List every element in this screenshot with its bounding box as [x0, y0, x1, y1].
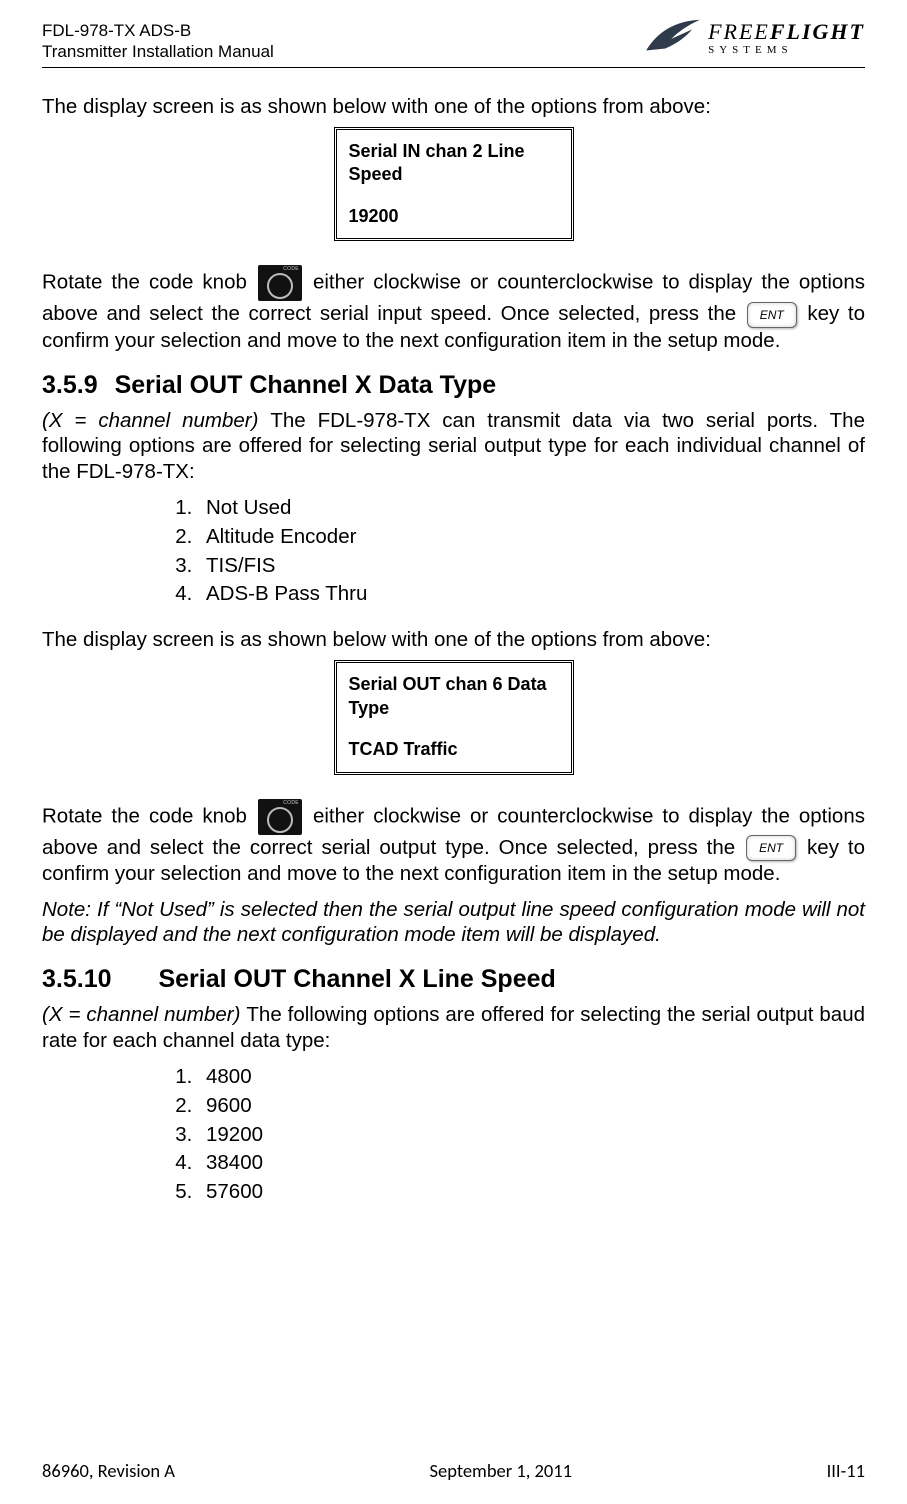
lcd-display-serial-out: Serial OUT chan 6 Data Type TCAD Traffic	[334, 660, 574, 774]
lcd-line-title: Serial OUT chan 6 Data Type	[349, 673, 559, 720]
list-item: 9600	[198, 1092, 865, 1121]
ent-key-icon: ENT	[747, 302, 797, 328]
brand-logo: FREEFLIGHT SYSTEMS	[644, 14, 865, 62]
brand-word-free: FREE	[708, 19, 770, 44]
rotate-paragraph-out: Rotate the code knob either clockwise or…	[42, 799, 865, 887]
list-item: Altitude Encoder	[198, 523, 865, 552]
lcd-display-serial-in: Serial IN chan 2 Line Speed 19200	[334, 127, 574, 241]
footer-pagenum: III-11	[827, 1459, 865, 1482]
list-item: Not Used	[198, 494, 865, 523]
heading-number: 3.5.10	[42, 965, 112, 993]
sec359-lead: (X = channel number) The FDL-978-TX can …	[42, 408, 865, 484]
list-item: 19200	[198, 1121, 865, 1150]
list-item: 4800	[198, 1063, 865, 1092]
heading-title: Serial OUT Channel X Data Type	[115, 371, 497, 399]
list-item: 57600	[198, 1178, 865, 1207]
lcd-line-title: Serial IN chan 2 Line Speed	[349, 140, 559, 187]
code-knob-icon	[258, 799, 302, 835]
lcd-line-value: TCAD Traffic	[349, 738, 559, 761]
heading-359: 3.5.9 Serial OUT Channel X Data Type	[42, 371, 865, 400]
page-footer: 86960, Revision A September 1, 2011 III-…	[42, 1459, 865, 1482]
doc-title-line1: FDL-978-TX ADS-B	[42, 20, 274, 41]
heading-title: Serial OUT Channel X Line Speed	[158, 965, 555, 993]
freeflight-swoosh-icon	[644, 14, 702, 62]
intro-text-2: The display screen is as shown below wit…	[42, 627, 865, 652]
document-title-block: FDL-978-TX ADS-B Transmitter Installatio…	[42, 18, 274, 63]
page-header: FDL-978-TX ADS-B Transmitter Installatio…	[42, 18, 865, 68]
heading-3510: 3.5.10 Serial OUT Channel X Line Speed	[42, 965, 865, 994]
lcd-line-value: 19200	[349, 205, 559, 228]
doc-title-line2: Transmitter Installation Manual	[42, 41, 274, 62]
channel-number-note: (X = channel number)	[42, 1003, 246, 1026]
brand-word-systems: SYSTEMS	[708, 45, 793, 56]
brand-logo-text: FREEFLIGHT SYSTEMS	[708, 21, 865, 56]
list-item: ADS-B Pass Thru	[198, 580, 865, 609]
not-used-note: Note: If “Not Used” is selected then the…	[42, 897, 865, 948]
footer-date: September 1, 2011	[430, 1459, 573, 1482]
list-item: TIS/FIS	[198, 552, 865, 581]
code-knob-icon	[258, 265, 302, 301]
channel-number-note: (X = channel number)	[42, 409, 270, 432]
sec359-options-list: Not Used Altitude Encoder TIS/FIS ADS-B …	[198, 494, 865, 609]
text-fragment: Rotate the code knob	[42, 804, 256, 827]
sec3510-lead: (X = channel number) The following optio…	[42, 1002, 865, 1053]
footer-docnum: 86960, Revision A	[42, 1459, 175, 1482]
text-fragment: Rotate the code knob	[42, 271, 256, 294]
ent-key-icon: ENT	[746, 835, 796, 861]
brand-word-flight: FLIGHT	[770, 19, 865, 44]
heading-number: 3.5.9	[42, 371, 98, 399]
sec3510-options-list: 4800 9600 19200 38400 57600	[198, 1063, 865, 1206]
list-item: 38400	[198, 1149, 865, 1178]
intro-text-1: The display screen is as shown below wit…	[42, 94, 865, 119]
rotate-paragraph-in: Rotate the code knob either clockwise or…	[42, 265, 865, 353]
